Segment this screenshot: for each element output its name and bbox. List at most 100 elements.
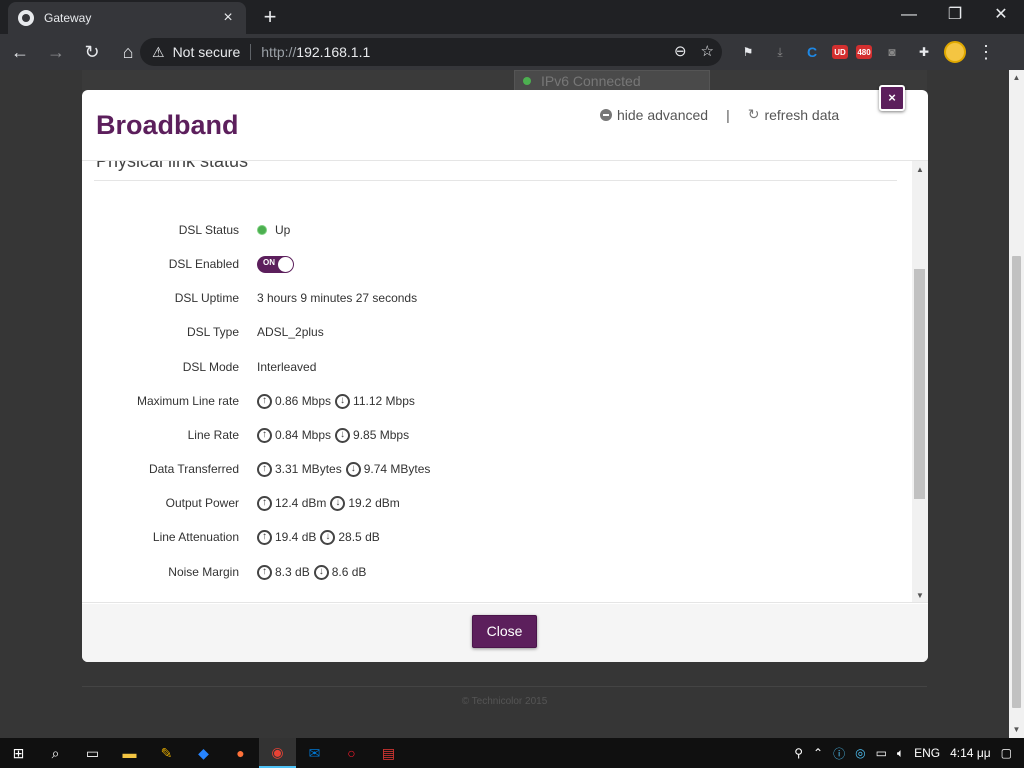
ipv6-status: IPv6 Connected [514, 70, 710, 92]
download-arrow-icon: ↓ [313, 564, 329, 580]
refresh-data-link[interactable]: refresh data [764, 107, 839, 123]
c-icon[interactable]: C [800, 40, 824, 64]
footer-divider [82, 686, 927, 687]
address-bar[interactable]: ⚠ Not secure http:// 192.168.1.1 ⊖ ☆ [140, 38, 722, 66]
minus-circle-icon[interactable] [600, 108, 612, 121]
close-button[interactable]: Close [472, 615, 537, 648]
clock[interactable]: 4:14 μμ [950, 746, 991, 760]
modal-scrollbar[interactable]: ▲ ▼ [912, 161, 928, 602]
system-tray: ⚲ ⌃ ⓘ ◎ ▭ 🔈︎ ENG 4:14 μμ ▢ [794, 738, 1024, 768]
bot-icon[interactable]: ◙ [880, 40, 904, 64]
upload-arrow-icon: ↑ [257, 495, 272, 511]
search-icon[interactable]: ⌕ [37, 738, 74, 768]
status-dot-icon [523, 77, 531, 85]
noise-margin-row: Noise Margin ↑ 8.3 dB ↓ 8.6 dB [168, 564, 367, 580]
line-rate-row: Line Rate ↑ 0.84 Mbps ↓ 9.85 Mbps [187, 427, 410, 443]
language-indicator[interactable]: ENG [914, 746, 940, 760]
restore-button[interactable]: ❐ [932, 0, 978, 30]
info-icon[interactable]: ⓘ [833, 745, 845, 762]
puzzle-icon[interactable]: ✚ [912, 40, 936, 64]
browser-tab[interactable]: Gateway × [8, 2, 246, 34]
app-icon[interactable]: ✎ [148, 738, 185, 768]
ublock-icon[interactable]: UD [832, 45, 848, 59]
dsl-uptime-row: DSL Uptime 3 hours 9 minutes 27 seconds [174, 291, 418, 305]
forward-icon[interactable]: → [40, 38, 72, 66]
close-window-button[interactable]: ✕ [978, 0, 1024, 30]
broadband-modal: Broadband hide advanced | ↻ refresh data… [82, 85, 928, 662]
upload-arrow-icon: ↑ [257, 393, 272, 409]
url-host: 192.168.1.1 [296, 44, 371, 60]
max-line-rate-row: Maximum Line rate ↑ 0.86 Mbps ↓ 11.12 Mbps [136, 393, 415, 409]
modal-actions: hide advanced | ↻ refresh data [600, 106, 839, 123]
tab-close-icon[interactable]: × [220, 10, 236, 26]
chrome-icon[interactable]: ◉ [259, 738, 296, 768]
new-tab-button[interactable]: + [256, 5, 284, 29]
modal-footer: Close [82, 604, 928, 662]
url-protocol: http:// [261, 44, 297, 60]
file-explorer-icon[interactable]: ▬ [111, 738, 148, 768]
download-arrow-icon: ↓ [330, 495, 346, 511]
tab-strip: Gateway × + — ❐ ✕ [0, 0, 1024, 34]
output-power-row: Output Power ↑ 12.4 dBm ↓ 19.2 dBm [165, 495, 400, 511]
status-up-icon [257, 225, 267, 235]
chevron-up-icon[interactable]: ⌃ [813, 746, 823, 760]
modal-body: Physical link status DSL Status Up DSL E… [82, 160, 928, 603]
refresh-icon[interactable]: ↻ [748, 106, 760, 123]
hide-advanced-link[interactable]: hide advanced [617, 107, 708, 123]
network-icon[interactable]: ▭ [876, 746, 887, 760]
mail-icon[interactable]: ✉ [296, 738, 333, 768]
upload-arrow-icon: ↑ [257, 529, 272, 545]
back-icon[interactable]: ← [4, 38, 36, 66]
section-divider [94, 180, 897, 181]
warning-icon[interactable]: ⚠ [152, 44, 165, 61]
modal-scroll-thumb[interactable] [914, 269, 925, 499]
task-view-icon[interactable]: ▭ [74, 738, 111, 768]
upload-arrow-icon: ↑ [257, 427, 272, 443]
scroll-up-icon[interactable]: ▲ [912, 165, 928, 174]
notifications-icon[interactable]: ▢ [1001, 746, 1012, 760]
zoom-icon[interactable]: ⊖ [674, 42, 687, 60]
avatar[interactable] [944, 41, 966, 63]
480-icon[interactable]: 480 [856, 45, 872, 59]
firefox-icon[interactable]: ● [222, 738, 259, 768]
sourcetree-icon[interactable]: ◆ [185, 738, 222, 768]
scroll-up-icon[interactable]: ▲ [1009, 72, 1024, 84]
dsl-status-row: DSL Status Up [178, 223, 291, 237]
download-arrow-icon: ↓ [335, 393, 351, 409]
db-icon[interactable]: ◎ [855, 746, 865, 760]
pdf-icon[interactable]: ▤ [370, 738, 407, 768]
minimize-button[interactable]: — [886, 0, 932, 30]
scroll-down-icon[interactable]: ▼ [912, 591, 928, 600]
upload-arrow-icon: ↑ [257, 564, 272, 580]
taskbar: ⊞ ⌕ ▭ ▬ ✎ ◆ ● ◉ ✉ ○ ▤ ⚲ ⌃ ⓘ ◎ ▭ 🔈︎ ENG 4… [0, 738, 1024, 768]
bookmark-star-icon[interactable]: ☆ [701, 42, 714, 60]
dsl-enabled-toggle[interactable]: ON [257, 255, 294, 273]
modal-title: Broadband [96, 110, 239, 140]
not-secure-label[interactable]: Not secure [173, 44, 241, 60]
dsl-enabled-row: DSL Enabled ON [82, 254, 902, 274]
people-icon[interactable]: ⚲ [794, 746, 803, 760]
download-arrow-icon: ↓ [335, 427, 351, 443]
menu-icon[interactable]: ⋮ [974, 40, 998, 64]
reload-icon[interactable]: ↻ [76, 38, 108, 66]
globe-icon [18, 10, 34, 26]
opera-icon[interactable]: ○ [333, 738, 370, 768]
dsl-type-row: DSL Type ADSL_2plus [186, 325, 324, 339]
omnibox-divider [250, 44, 252, 60]
download-arrow-icon: ↓ [345, 461, 361, 477]
windows-start-icon[interactable]: ⊞ [0, 738, 37, 768]
volume-icon[interactable]: 🔈︎ [897, 746, 904, 761]
scroll-thumb[interactable] [1012, 256, 1021, 708]
background-card [82, 70, 927, 92]
toggle-knob [278, 256, 293, 272]
modal-close-icon[interactable]: × [879, 85, 905, 111]
upload-arrow-icon: ↑ [257, 461, 272, 477]
footer-copyright: © Technicolor 2015 [461, 696, 548, 707]
page-scrollbar[interactable]: ▲ ▼ [1009, 70, 1024, 738]
tab-title: Gateway [44, 11, 92, 25]
download-icon[interactable]: ⤓ [768, 40, 792, 64]
link-separator: | [726, 106, 730, 123]
flag-icon[interactable]: ⚑ [736, 40, 760, 64]
dsl-mode-row: DSL Mode Interleaved [182, 360, 317, 374]
scroll-down-icon[interactable]: ▼ [1009, 724, 1024, 736]
